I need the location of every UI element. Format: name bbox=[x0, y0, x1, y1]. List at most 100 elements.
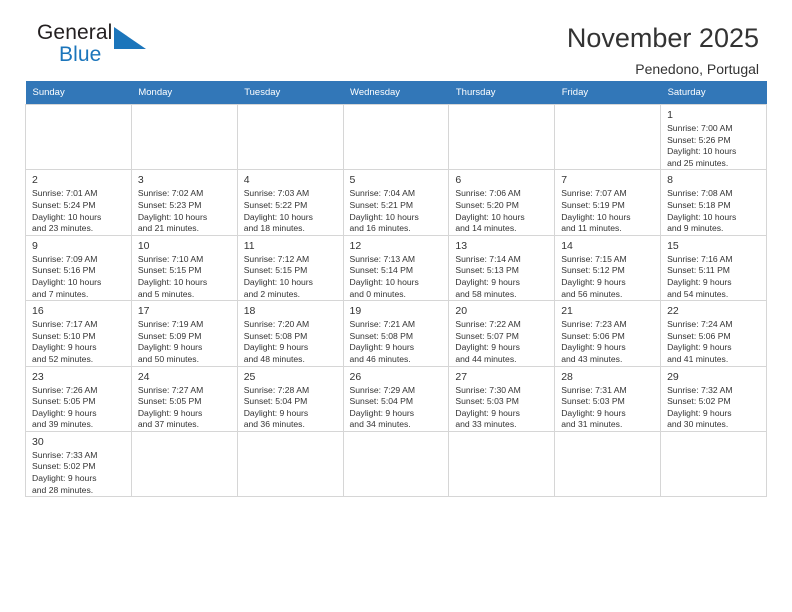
sun-info-text: Sunrise: 7:03 AM Sunset: 5:22 PM Dayligh… bbox=[243, 188, 313, 234]
day-cell-content: 19 Sunrise: 7:21 AM Sunset: 5:08 PM Dayli… bbox=[344, 301, 449, 365]
sun-info-text: Sunrise: 7:09 AM Sunset: 5:16 PM Dayligh… bbox=[32, 253, 102, 299]
day-number: 27 bbox=[455, 370, 468, 383]
calendar-day-cell[interactable]: 4 Sunrise: 7:03 AM Sunset: 5:22 PM Daylig… bbox=[236, 169, 344, 236]
flag-triangle-icon bbox=[114, 27, 146, 49]
weekday-friday: Friday bbox=[554, 81, 661, 105]
calendar-week-row: 30 Sunrise: 7:33 AM Sunset: 5:02 PM Dayli… bbox=[25, 430, 767, 498]
calendar-day-cell[interactable]: 26 Sunrise: 7:29 AM Sunset: 5:04 PM Dayli… bbox=[342, 365, 450, 432]
calendar-day-cell-empty bbox=[342, 430, 450, 498]
day-cell-content: 10 Sunrise: 7:10 AM Sunset: 5:15 PM Dayli… bbox=[132, 236, 237, 300]
sun-info-text: Sunrise: 7:17 AM Sunset: 5:10 PM Dayligh… bbox=[32, 319, 98, 364]
calendar-day-cell[interactable]: 10 Sunrise: 7:10 AM Sunset: 5:15 PM Dayli… bbox=[130, 234, 238, 302]
day-cell-content: 5 Sunrise: 7:04 AM Sunset: 5:21 PM Daylig… bbox=[344, 170, 449, 234]
calendar-day-cell[interactable]: 20 Sunrise: 7:22 AM Sunset: 5:07 PM Dayli… bbox=[448, 300, 556, 367]
weekday-wednesday: Wednesday bbox=[343, 81, 449, 105]
day-cell-content: 15 Sunrise: 7:16 AM Sunset: 5:11 PM Dayli… bbox=[661, 236, 766, 300]
calendar-week-row: 9 Sunrise: 7:09 AM Sunset: 5:16 PM Daylig… bbox=[25, 234, 767, 302]
weekday-thursday: Thursday bbox=[448, 81, 555, 105]
day-cell-content: 11 Sunrise: 7:12 AM Sunset: 5:15 PM Dayli… bbox=[238, 236, 343, 300]
calendar-day-cell[interactable]: 19 Sunrise: 7:21 AM Sunset: 5:08 PM Dayli… bbox=[342, 300, 450, 367]
calendar-day-cell[interactable]: 14 Sunrise: 7:15 AM Sunset: 5:12 PM Dayli… bbox=[554, 234, 662, 302]
day-number: 23 bbox=[32, 370, 44, 383]
calendar-day-cell[interactable]: 11 Sunrise: 7:12 AM Sunset: 5:15 PM Dayli… bbox=[236, 234, 344, 302]
calendar-day-cell-empty bbox=[130, 103, 238, 171]
sun-info-text: Sunrise: 7:06 AM Sunset: 5:20 PM Dayligh… bbox=[455, 188, 525, 234]
day-number: 19 bbox=[349, 305, 362, 318]
day-cell-content: 25 Sunrise: 7:28 AM Sunset: 5:04 PM Dayli… bbox=[238, 367, 343, 431]
sun-info-text: Sunrise: 7:22 AM Sunset: 5:07 PM Dayligh… bbox=[455, 319, 521, 364]
calendar-day-cell-empty bbox=[342, 103, 450, 171]
weekday-sunday: Sunday bbox=[25, 81, 132, 105]
calendar-day-cell[interactable]: 28 Sunrise: 7:31 AM Sunset: 5:03 PM Dayli… bbox=[554, 365, 662, 432]
day-number: 4 bbox=[243, 174, 250, 187]
calendar-day-cell[interactable]: 29 Sunrise: 7:32 AM Sunset: 5:02 PM Dayli… bbox=[660, 365, 767, 432]
day-cell-content: 2 Sunrise: 7:01 AM Sunset: 5:24 PM Daylig… bbox=[26, 170, 131, 234]
day-number: 5 bbox=[349, 174, 356, 187]
day-number: 30 bbox=[32, 435, 44, 448]
sun-info-text: Sunrise: 7:04 AM Sunset: 5:21 PM Dayligh… bbox=[349, 188, 419, 234]
day-number: 21 bbox=[561, 305, 573, 318]
day-cell-content: 17 Sunrise: 7:19 AM Sunset: 5:09 PM Dayli… bbox=[132, 301, 237, 365]
sun-info-text: Sunrise: 7:15 AM Sunset: 5:12 PM Dayligh… bbox=[561, 253, 627, 299]
sun-info-text: Sunrise: 7:30 AM Sunset: 5:03 PM Dayligh… bbox=[455, 384, 521, 430]
weekday-monday: Monday bbox=[131, 81, 238, 105]
generalblue-logo[interactable]: General Blue bbox=[25, 22, 165, 72]
sun-info-text: Sunrise: 7:29 AM Sunset: 5:04 PM Dayligh… bbox=[349, 384, 415, 430]
calendar-day-cell[interactable]: 25 Sunrise: 7:28 AM Sunset: 5:04 PM Dayli… bbox=[236, 365, 344, 432]
sun-info-text: Sunrise: 7:16 AM Sunset: 5:11 PM Dayligh… bbox=[667, 253, 733, 299]
day-number: 7 bbox=[561, 174, 568, 187]
day-cell-content: 8 Sunrise: 7:08 AM Sunset: 5:18 PM Daylig… bbox=[661, 170, 766, 234]
day-cell-content: 24 Sunrise: 7:27 AM Sunset: 5:05 PM Dayli… bbox=[132, 367, 237, 431]
weekday-header: Sunday Monday Tuesday Wednesday Thursday… bbox=[25, 81, 767, 105]
sun-info-text: Sunrise: 7:13 AM Sunset: 5:14 PM Dayligh… bbox=[349, 253, 419, 299]
sun-info-text: Sunrise: 7:01 AM Sunset: 5:24 PM Dayligh… bbox=[32, 188, 102, 234]
sun-info-text: Sunrise: 7:24 AM Sunset: 5:06 PM Dayligh… bbox=[667, 319, 733, 364]
calendar-day-cell[interactable]: 16 Sunrise: 7:17 AM Sunset: 5:10 PM Dayli… bbox=[25, 300, 132, 367]
sun-info-text: Sunrise: 7:26 AM Sunset: 5:05 PM Dayligh… bbox=[32, 384, 98, 430]
day-number: 29 bbox=[667, 370, 679, 383]
day-number: 12 bbox=[349, 239, 362, 252]
calendar-day-cell[interactable]: 17 Sunrise: 7:19 AM Sunset: 5:09 PM Dayli… bbox=[130, 300, 238, 367]
day-number: 14 bbox=[561, 239, 573, 252]
calendar-day-cell[interactable]: 7 Sunrise: 7:07 AM Sunset: 5:19 PM Daylig… bbox=[554, 169, 662, 236]
day-cell-content: 28 Sunrise: 7:31 AM Sunset: 5:03 PM Dayli… bbox=[555, 367, 660, 431]
calendar-day-cell[interactable]: 22 Sunrise: 7:24 AM Sunset: 5:06 PM Dayli… bbox=[660, 300, 767, 367]
calendar-header-row: Sunday Monday Tuesday Wednesday Thursday… bbox=[25, 81, 767, 105]
day-cell-content: 30 Sunrise: 7:33 AM Sunset: 5:02 PM Dayli… bbox=[26, 432, 131, 496]
day-number: 18 bbox=[243, 305, 256, 318]
calendar-day-cell[interactable]: 21 Sunrise: 7:23 AM Sunset: 5:06 PM Dayli… bbox=[554, 300, 662, 367]
calendar-day-cell[interactable]: 12 Sunrise: 7:13 AM Sunset: 5:14 PM Dayli… bbox=[342, 234, 450, 302]
calendar-body: 1 Sunrise: 7:00 AM Sunset: 5:26 PM Daylig… bbox=[25, 103, 767, 498]
calendar-day-cell[interactable]: 8 Sunrise: 7:08 AM Sunset: 5:18 PM Daylig… bbox=[660, 169, 767, 236]
calendar-day-cell-empty bbox=[554, 430, 662, 498]
calendar-day-cell[interactable]: 24 Sunrise: 7:27 AM Sunset: 5:05 PM Dayli… bbox=[130, 365, 238, 432]
calendar-day-cell[interactable]: 27 Sunrise: 7:30 AM Sunset: 5:03 PM Dayli… bbox=[448, 365, 556, 432]
day-number: 3 bbox=[137, 174, 144, 187]
day-cell-content: 1 Sunrise: 7:00 AM Sunset: 5:26 PM Daylig… bbox=[661, 105, 766, 169]
calendar-day-cell[interactable]: 6 Sunrise: 7:06 AM Sunset: 5:20 PM Daylig… bbox=[448, 169, 556, 236]
day-cell-content: 3 Sunrise: 7:02 AM Sunset: 5:23 PM Daylig… bbox=[132, 170, 237, 234]
page-header: General Blue November 2025 Penedono, Por… bbox=[25, 0, 767, 78]
sun-info-text: Sunrise: 7:27 AM Sunset: 5:05 PM Dayligh… bbox=[137, 384, 204, 430]
calendar-day-cell[interactable]: 9 Sunrise: 7:09 AM Sunset: 5:16 PM Daylig… bbox=[25, 234, 132, 302]
sun-info-text: Sunrise: 7:10 AM Sunset: 5:15 PM Dayligh… bbox=[137, 253, 208, 299]
calendar-day-cell[interactable]: 13 Sunrise: 7:14 AM Sunset: 5:13 PM Dayli… bbox=[448, 234, 556, 302]
calendar-day-cell[interactable]: 5 Sunrise: 7:04 AM Sunset: 5:21 PM Daylig… bbox=[342, 169, 450, 236]
sun-info-text: Sunrise: 7:07 AM Sunset: 5:19 PM Dayligh… bbox=[561, 188, 631, 234]
calendar-day-cell[interactable]: 15 Sunrise: 7:16 AM Sunset: 5:11 PM Dayli… bbox=[660, 234, 767, 302]
calendar-day-cell[interactable]: 23 Sunrise: 7:26 AM Sunset: 5:05 PM Dayli… bbox=[25, 365, 132, 432]
calendar-day-cell[interactable]: 3 Sunrise: 7:02 AM Sunset: 5:23 PM Daylig… bbox=[130, 169, 238, 236]
sun-info-text: Sunrise: 7:20 AM Sunset: 5:08 PM Dayligh… bbox=[243, 319, 310, 364]
day-cell-content: 23 Sunrise: 7:26 AM Sunset: 5:05 PM Dayli… bbox=[26, 367, 131, 431]
weekday-saturday: Saturday bbox=[660, 81, 767, 105]
calendar-day-cell[interactable]: 18 Sunrise: 7:20 AM Sunset: 5:08 PM Dayli… bbox=[236, 300, 344, 367]
day-number: 17 bbox=[137, 305, 150, 318]
sun-info-text: Sunrise: 7:12 AM Sunset: 5:15 PM Dayligh… bbox=[243, 253, 313, 299]
calendar-page: General Blue November 2025 Penedono, Por… bbox=[0, 0, 792, 612]
calendar-day-cell[interactable]: 1 Sunrise: 7:00 AM Sunset: 5:26 PM Daylig… bbox=[660, 103, 767, 171]
sun-info-text: Sunrise: 7:00 AM Sunset: 5:26 PM Dayligh… bbox=[667, 123, 737, 168]
calendar-day-cell[interactable]: 30 Sunrise: 7:33 AM Sunset: 5:02 PM Dayli… bbox=[25, 430, 132, 498]
day-cell-content: 22 Sunrise: 7:24 AM Sunset: 5:06 PM Dayli… bbox=[661, 301, 766, 365]
day-number: 1 bbox=[667, 109, 673, 121]
calendar-day-cell[interactable]: 2 Sunrise: 7:01 AM Sunset: 5:24 PM Daylig… bbox=[25, 169, 132, 236]
